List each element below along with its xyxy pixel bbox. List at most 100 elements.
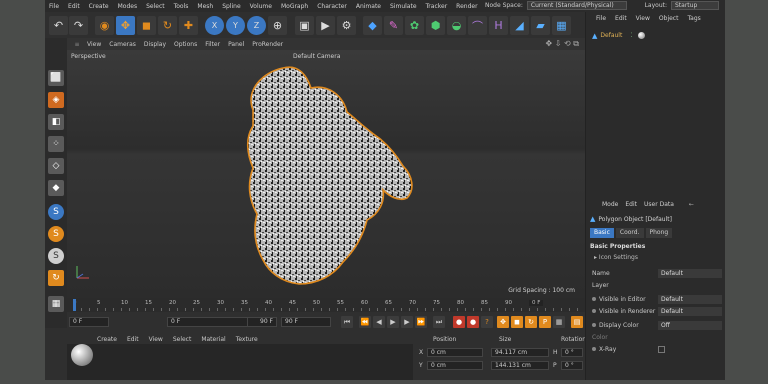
tab-phong[interactable]: Phong (645, 228, 673, 238)
object-row-default[interactable]: ▲ Default ⁚ (586, 30, 725, 41)
prop-name-field[interactable]: Default (658, 268, 722, 278)
bend-deformer-icon[interactable]: ⌒ (468, 16, 487, 35)
play-icon[interactable]: ▶ (387, 316, 399, 328)
position-y-field[interactable]: 0 cm (427, 361, 483, 370)
x-axis-lock[interactable]: X (205, 16, 224, 35)
snap-icon[interactable]: S (48, 204, 64, 220)
cloner-icon[interactable]: ⬢ (426, 16, 445, 35)
undo-icon[interactable]: ↶ (49, 16, 68, 35)
menu-character[interactable]: Character (317, 3, 347, 10)
texture-mode-icon[interactable]: ◧ (48, 114, 64, 130)
camera-icon[interactable]: ▦ (552, 16, 571, 35)
hair-icon[interactable]: H (489, 16, 508, 35)
transform-tool-icon[interactable]: ✚ (179, 16, 198, 35)
menu-tools[interactable]: Tools (174, 3, 189, 10)
attr-menu-user-data[interactable]: User Data (644, 201, 674, 208)
object-menu-object[interactable]: Object (659, 15, 679, 22)
viewport-menu-filter[interactable]: Filter (205, 41, 220, 48)
menu-edit[interactable]: Edit (68, 3, 80, 10)
locked-workplane-icon[interactable]: S (48, 248, 64, 264)
timeline-track[interactable] (73, 308, 579, 311)
attr-menu-mode[interactable]: Mode (602, 201, 618, 208)
render-view-icon[interactable]: ▣ (295, 16, 314, 35)
3d-viewport[interactable]: Perspective Default Camera Grid Spacing … (67, 50, 585, 298)
rotation-key-icon[interactable]: ↻ (525, 316, 537, 328)
size-x-field[interactable]: 94.117 cm (491, 348, 549, 357)
position-key-icon[interactable]: ✥ (497, 316, 509, 328)
floor-icon[interactable]: ▰ (531, 16, 550, 35)
xray-checkbox[interactable] (658, 345, 665, 353)
object-menu-view[interactable]: View (636, 15, 650, 22)
grid-icon[interactable]: ▦ (48, 296, 64, 312)
coordinate-system-icon[interactable]: ⊕ (268, 16, 287, 35)
edges-mode-icon[interactable]: ◇ (48, 158, 64, 174)
position-x-field[interactable]: 0 cm (427, 348, 483, 357)
layout-dropdown[interactable]: Startup (671, 1, 719, 10)
cube-icon[interactable]: ◆ (363, 16, 382, 35)
viewport-menu-options[interactable]: Options (174, 41, 197, 48)
menu-simulate[interactable]: Simulate (390, 3, 417, 10)
node-space-dropdown[interactable]: Current (Standard/Physical) (526, 1, 627, 10)
material-preview-sphere[interactable] (71, 344, 93, 366)
menu-spline[interactable]: Spline (222, 3, 240, 10)
menu-mesh[interactable]: Mesh (197, 3, 213, 10)
menu-create[interactable]: Create (89, 3, 109, 10)
timeline-ruler[interactable]: 0 5 10 15 20 25 30 35 40 45 50 55 60 65 … (67, 298, 585, 312)
menu-modes[interactable]: Modes (118, 3, 137, 10)
previous-key-icon[interactable]: ⏪ (359, 316, 371, 328)
next-key-icon[interactable]: ⏩ (415, 316, 427, 328)
material-menu-texture[interactable]: Texture (236, 336, 258, 343)
gargoyle-model[interactable] (67, 50, 585, 298)
y-axis-lock[interactable]: Y (226, 16, 245, 35)
attr-menu-edit[interactable]: Edit (625, 201, 637, 208)
playhead[interactable] (73, 299, 76, 311)
material-tag-icon[interactable] (638, 32, 646, 39)
workplane-icon[interactable]: S (48, 226, 64, 242)
viewport-menu-cameras[interactable]: Cameras (109, 41, 136, 48)
move-tool-icon[interactable]: ✥ (116, 16, 135, 35)
object-menu-edit[interactable]: Edit (615, 15, 627, 22)
render-picture-viewer-icon[interactable]: ▶ (316, 16, 335, 35)
material-menu-select[interactable]: Select (173, 336, 192, 343)
menu-render[interactable]: Render (456, 3, 477, 10)
live-selection-icon[interactable]: ◉ (95, 16, 114, 35)
axis-mode-icon[interactable]: ↻ (48, 270, 64, 286)
go-to-start-icon[interactable]: ⏮ (341, 316, 353, 328)
end-frame-field[interactable]: 90 F (281, 317, 331, 327)
viewport-menu-prorender[interactable]: ProRender (252, 41, 283, 48)
previous-frame-icon[interactable]: ◀ (373, 316, 385, 328)
panel-handle-icon[interactable]: ≡ (67, 41, 87, 48)
field-icon[interactable]: ◒ (447, 16, 466, 35)
prop-visible-renderer-dropdown[interactable]: Default (658, 306, 722, 316)
material-manager[interactable] (67, 344, 413, 380)
pen-icon[interactable]: ✎ (384, 16, 403, 35)
material-menu-view[interactable]: View (149, 336, 163, 343)
points-mode-icon[interactable]: ⁘ (48, 136, 64, 152)
material-menu-edit[interactable]: Edit (127, 336, 139, 343)
rotation-p-field[interactable]: 0 ° (561, 361, 583, 370)
prop-layer-field[interactable] (658, 281, 722, 290)
render-settings-icon[interactable]: ⚙ (337, 16, 356, 35)
object-menu-tags[interactable]: Tags (687, 15, 700, 22)
make-editable-icon[interactable]: ⬜ (48, 70, 64, 86)
menu-file[interactable]: File (49, 3, 59, 10)
tab-basic[interactable]: Basic (590, 228, 614, 238)
pla-key-icon[interactable]: ▦ (553, 316, 565, 328)
scale-tool-icon[interactable]: ◼ (137, 16, 156, 35)
prop-color-field[interactable] (658, 333, 722, 342)
keyframe-selection-icon[interactable]: ? (481, 316, 493, 328)
object-name[interactable]: Default (600, 32, 622, 39)
tag-icon[interactable]: ◢ (510, 16, 529, 35)
object-menu-file[interactable]: File (596, 15, 606, 22)
material-menu-create[interactable]: Create (97, 336, 117, 343)
prop-display-color-dropdown[interactable]: Off (658, 320, 722, 330)
current-frame-field[interactable]: 0 F (69, 317, 109, 327)
menu-volume[interactable]: Volume (250, 3, 272, 10)
viewport-menu-panel[interactable]: Panel (228, 41, 244, 48)
record-icon[interactable]: ● (453, 316, 465, 328)
rotate-tool-icon[interactable]: ↻ (158, 16, 177, 35)
prop-visible-editor-dropdown[interactable]: Default (658, 294, 722, 304)
timeline-window-icon[interactable]: ▤ (571, 316, 583, 328)
redo-icon[interactable]: ↷ (69, 16, 88, 35)
menu-tracker[interactable]: Tracker (426, 3, 448, 10)
